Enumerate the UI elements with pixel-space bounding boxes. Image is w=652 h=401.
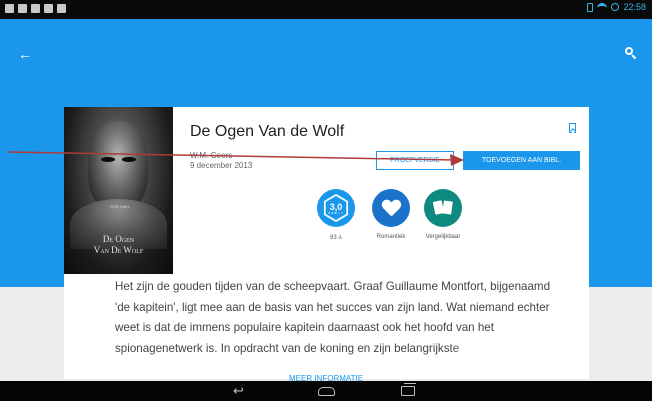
home-nav-icon[interactable] xyxy=(318,387,335,396)
system-nav-bar: ↩ xyxy=(0,381,652,401)
recent-apps-icon[interactable] xyxy=(401,383,416,396)
annotation-arrow xyxy=(7,151,464,166)
back-nav-icon[interactable]: ↩ xyxy=(233,384,244,397)
